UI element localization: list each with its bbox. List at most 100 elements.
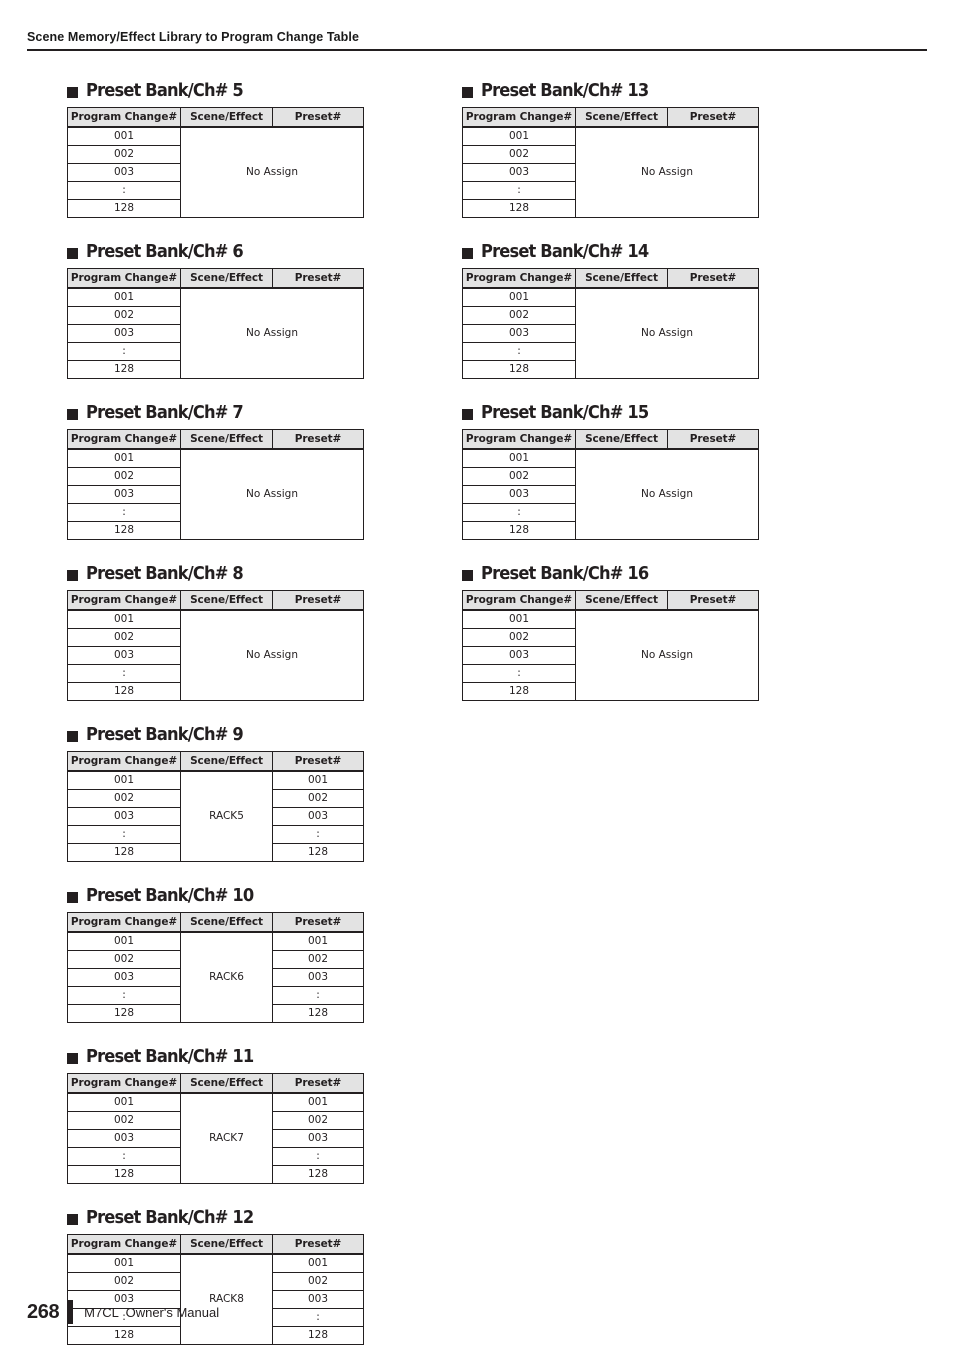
col-header-program-change: Program Change#: [462, 590, 576, 611]
square-bullet-icon: [67, 730, 78, 742]
cell-program-change: :: [67, 503, 181, 522]
program-change-table: Program Change# Scene/Effect Preset# 001 No …: [67, 107, 364, 218]
cell-scene-effect: No Assign: [575, 609, 759, 701]
section-title: Preset Bank/Ch# 13: [481, 81, 649, 101]
program-change-table: Program Change# Scene/Effect Preset# 001 No …: [462, 429, 759, 540]
section-heading: Preset Bank/Ch# 7: [67, 400, 367, 426]
cell-program-change: :: [462, 503, 576, 522]
left-column: Preset Bank/Ch# 5 Program Change# Scene/Ef…: [67, 78, 367, 1366]
cell-program-change: 128: [67, 1004, 181, 1023]
preset-bank-section: Preset Bank/Ch# 9 Program Change# Scene/Ef…: [67, 722, 367, 883]
col-header-scene-effect: Scene/Effect: [180, 912, 273, 933]
table-header-row: Program Change# Scene/Effect Preset#: [67, 590, 364, 611]
program-change-table: Program Change# Scene/Effect Preset# 001 RAC…: [67, 912, 364, 1023]
square-bullet-icon: [67, 1052, 78, 1064]
section-heading: Preset Bank/Ch# 10: [67, 883, 367, 909]
cell-preset: 001: [272, 1253, 364, 1273]
col-header-program-change: Program Change#: [67, 107, 181, 128]
table-header-row: Program Change# Scene/Effect Preset#: [67, 751, 364, 772]
square-bullet-icon: [67, 408, 78, 420]
table-row: 001 No Assign: [67, 287, 364, 379]
preset-bank-section: Preset Bank/Ch# 5 Program Change# Scene/Ef…: [67, 78, 367, 239]
cell-program-change: 003: [67, 163, 181, 182]
running-head-text: Scene Memory/Effect Library to Program C…: [27, 30, 360, 44]
cell-program-change: 002: [67, 950, 181, 969]
table-row: 001 RACK8 001: [67, 1253, 364, 1345]
cell-preset: :: [272, 986, 364, 1005]
cell-scene-effect: No Assign: [180, 287, 364, 379]
cell-program-change: 003: [462, 646, 576, 665]
cell-preset: 003: [272, 1290, 364, 1309]
cell-program-change: :: [462, 342, 576, 361]
section-heading: Preset Bank/Ch# 11: [67, 1044, 367, 1070]
cell-program-change: 001: [67, 609, 181, 629]
col-header-preset: Preset#: [272, 912, 364, 933]
table-header-row: Program Change# Scene/Effect Preset#: [67, 1234, 364, 1255]
section-title: Preset Bank/Ch# 15: [481, 403, 649, 423]
section-heading: Preset Bank/Ch# 12: [67, 1205, 367, 1231]
square-bullet-icon: [462, 86, 473, 98]
page-running-head: Scene Memory/Effect Library to Program C…: [27, 30, 927, 51]
preset-bank-section: Preset Bank/Ch# 7 Program Change# Scene/Ef…: [67, 400, 367, 561]
table-header-row: Program Change# Scene/Effect Preset#: [67, 107, 364, 128]
section-title: Preset Bank/Ch# 10: [86, 886, 254, 906]
cell-program-change: 128: [67, 843, 181, 862]
cell-program-change: 003: [67, 968, 181, 987]
preset-bank-section: Preset Bank/Ch# 12 Program Change# Scene/E…: [67, 1205, 367, 1366]
cell-program-change: 002: [462, 306, 576, 325]
table-row: 001 No Assign: [462, 448, 759, 540]
square-bullet-icon: [67, 247, 78, 259]
cell-preset: :: [272, 1147, 364, 1166]
program-change-table: Program Change# Scene/Effect Preset# 001 No …: [462, 107, 759, 218]
cell-program-change: 128: [67, 1165, 181, 1184]
table-row: 001 No Assign: [67, 448, 364, 540]
cell-scene-effect: No Assign: [575, 287, 759, 379]
cell-scene-effect: RACK5: [180, 770, 273, 862]
table-header-row: Program Change# Scene/Effect Preset#: [462, 268, 759, 289]
cell-scene-effect: No Assign: [575, 126, 759, 218]
cell-program-change: 128: [462, 199, 576, 218]
table-header-row: Program Change# Scene/Effect Preset#: [462, 590, 759, 611]
cell-preset: 128: [272, 1004, 364, 1023]
cell-program-change: 001: [67, 287, 181, 307]
cell-program-change: 001: [67, 1253, 181, 1273]
table-row: 001 RACK6 001: [67, 931, 364, 1023]
cell-program-change: 128: [67, 360, 181, 379]
col-header-program-change: Program Change#: [67, 751, 181, 772]
cell-program-change: :: [67, 181, 181, 200]
section-title: Preset Bank/Ch# 12: [86, 1208, 254, 1228]
cell-preset: 002: [272, 1272, 364, 1291]
cell-program-change: 001: [462, 609, 576, 629]
cell-program-change: :: [462, 181, 576, 200]
section-heading: Preset Bank/Ch# 6: [67, 239, 367, 265]
table-row: 001 No Assign: [67, 126, 364, 218]
program-change-table: Program Change# Scene/Effect Preset# 001 No …: [462, 590, 759, 701]
cell-preset: 003: [272, 968, 364, 987]
cell-preset: 128: [272, 1165, 364, 1184]
cell-scene-effect: No Assign: [180, 609, 364, 701]
table-row: 001 No Assign: [67, 609, 364, 701]
section-title: Preset Bank/Ch# 7: [86, 403, 244, 423]
cell-program-change: 001: [67, 448, 181, 468]
col-header-preset: Preset#: [272, 751, 364, 772]
section-title: Preset Bank/Ch# 11: [86, 1047, 254, 1067]
col-header-program-change: Program Change#: [462, 107, 576, 128]
cell-program-change: 002: [67, 145, 181, 164]
square-bullet-icon: [462, 247, 473, 259]
preset-bank-section: Preset Bank/Ch# 10 Program Change# Scene/E…: [67, 883, 367, 1044]
preset-bank-section: Preset Bank/Ch# 13 Program Change# Scene/E…: [462, 78, 762, 239]
right-column: Preset Bank/Ch# 13 Program Change# Scene/E…: [462, 78, 762, 722]
cell-program-change: 003: [462, 324, 576, 343]
col-header-program-change: Program Change#: [67, 1234, 181, 1255]
cell-scene-effect: No Assign: [575, 448, 759, 540]
col-header-scene-effect: Scene/Effect: [180, 751, 273, 772]
col-header-scene-effect: Scene/Effect: [180, 429, 273, 450]
cell-program-change: 002: [67, 1272, 181, 1291]
section-heading: Preset Bank/Ch# 13: [462, 78, 762, 104]
cell-preset: :: [272, 825, 364, 844]
